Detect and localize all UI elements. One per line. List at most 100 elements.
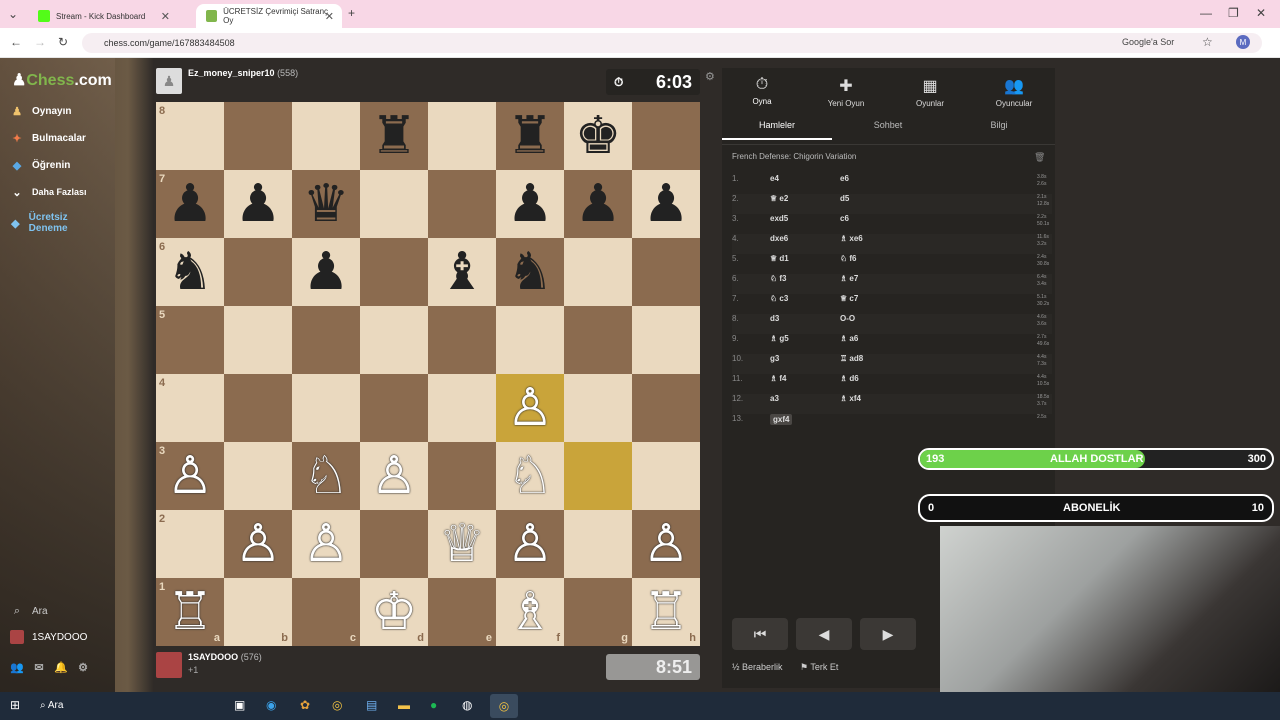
board-square-e6[interactable]: ♝ xyxy=(428,238,496,306)
tab-play[interactable]: ⏱ Oyna xyxy=(722,76,802,106)
black-move[interactable]: ♘ f6 xyxy=(840,254,857,263)
board-square-h5[interactable] xyxy=(632,306,700,374)
board-square-g2[interactable] xyxy=(564,510,632,578)
black-piece[interactable]: ♞ xyxy=(167,246,214,298)
forward-icon[interactable]: → xyxy=(34,35,46,49)
board-square-h2[interactable]: ♙ xyxy=(632,510,700,578)
board-square-c4[interactable] xyxy=(292,374,360,442)
sidebar-item-free-trial[interactable]: ◆ Ücretsiz Deneme xyxy=(10,212,90,234)
sidebar-item-play[interactable]: ♟ Oynayın xyxy=(10,104,71,118)
board-square-a7[interactable]: 7 ♟ xyxy=(156,170,224,238)
white-piece[interactable]: ♙ xyxy=(371,450,418,502)
white-move[interactable]: ♘ f3 xyxy=(770,274,787,283)
trash-icon[interactable]: 🗑 xyxy=(1034,152,1045,163)
bookmark-star-icon[interactable]: ☆ xyxy=(1202,35,1213,49)
tab-new-game[interactable]: ✚ Yeni Oyun xyxy=(806,76,886,108)
board-square-b5[interactable] xyxy=(224,306,292,374)
profile-avatar[interactable]: M xyxy=(1236,35,1250,49)
black-piece[interactable]: ♚ xyxy=(575,110,622,162)
black-piece[interactable]: ♝ xyxy=(439,246,486,298)
white-move[interactable]: d3 xyxy=(770,314,779,323)
sidebar-item-learn[interactable]: ◆ Öğrenin xyxy=(10,158,71,172)
board-square-b1[interactable]: b xyxy=(224,578,292,646)
white-move[interactable]: exd5 xyxy=(770,214,788,223)
black-piece[interactable]: ♞ xyxy=(507,246,554,298)
white-piece[interactable]: ♙ xyxy=(235,518,282,570)
friends-icon[interactable]: 👥 xyxy=(10,660,24,674)
resign-button[interactable]: ⚑ Terk Et xyxy=(800,662,838,673)
board-square-d8[interactable]: ♜ xyxy=(360,102,428,170)
player-name[interactable]: Ez_money_sniper10 xyxy=(188,68,275,78)
board-square-b8[interactable] xyxy=(224,102,292,170)
board-square-b6[interactable] xyxy=(224,238,292,306)
board-square-c6[interactable]: ♟ xyxy=(292,238,360,306)
black-move[interactable]: ♗ d6 xyxy=(840,374,859,383)
board-square-c5[interactable] xyxy=(292,306,360,374)
white-move[interactable]: dxe6 xyxy=(770,234,788,243)
sidebar-search[interactable]: ⌕ Ara xyxy=(10,604,48,618)
board-square-d6[interactable] xyxy=(360,238,428,306)
reload-icon[interactable]: ↻ xyxy=(58,35,68,49)
black-move[interactable]: ♗ xf4 xyxy=(840,394,861,403)
url-field[interactable]: chess.com/game/167883484508 xyxy=(82,33,1262,53)
windows-start-icon[interactable]: ⊞ xyxy=(10,698,20,712)
board-square-a6[interactable]: 6 ♞ xyxy=(156,238,224,306)
white-piece[interactable]: ♔ xyxy=(371,586,418,638)
restore-icon[interactable]: ❐ xyxy=(1228,6,1239,20)
board-square-e5[interactable] xyxy=(428,306,496,374)
white-piece[interactable]: ♘ xyxy=(303,450,350,502)
white-piece[interactable]: ♙ xyxy=(303,518,350,570)
close-tab-icon[interactable]: ✕ xyxy=(325,10,334,23)
board-square-d7[interactable] xyxy=(360,170,428,238)
board-square-e8[interactable] xyxy=(428,102,496,170)
black-move[interactable]: ♗ xe6 xyxy=(840,234,863,243)
board-square-g6[interactable] xyxy=(564,238,632,306)
sidebar-user[interactable]: 1SAYDOOO xyxy=(10,630,87,644)
gear-icon[interactable]: ⚙ xyxy=(705,70,715,83)
gear-icon[interactable]: ⚙ xyxy=(76,660,90,674)
white-move[interactable]: ♕ e2 xyxy=(770,194,788,203)
board-square-a4[interactable]: 4 xyxy=(156,374,224,442)
tab-kick-dashboard[interactable]: Stream - Kick Dashboard ✕ xyxy=(28,4,178,28)
board-square-a2[interactable]: 2 xyxy=(156,510,224,578)
chess-board[interactable]: 8 ♜ ♜ ♚ 7 ♟ ♟ ♛ ♟ ♟ ♟ 6 ♞ ♟ ♝ ♞ 5 4 ♙ 3 ♙ ♘ ♙ ♘ 2 ♙ ♙ ♕ ♙ ♙ 1 a ♖ b c d ♔ e f ♗… xyxy=(156,102,700,646)
copilot-icon[interactable]: ✿ xyxy=(300,698,310,712)
board-square-e7[interactable] xyxy=(428,170,496,238)
board-square-d4[interactable] xyxy=(360,374,428,442)
board-square-a5[interactable]: 5 xyxy=(156,306,224,374)
board-square-g5[interactable] xyxy=(564,306,632,374)
board-square-b3[interactable] xyxy=(224,442,292,510)
white-piece[interactable]: ♘ xyxy=(507,450,554,502)
board-square-d5[interactable] xyxy=(360,306,428,374)
board-square-g8[interactable]: ♚ xyxy=(564,102,632,170)
board-square-e1[interactable]: e xyxy=(428,578,496,646)
board-square-c1[interactable]: c xyxy=(292,578,360,646)
board-square-f2[interactable]: ♙ xyxy=(496,510,564,578)
subtab-moves[interactable]: Hamleler xyxy=(722,120,832,140)
white-piece[interactable]: ♖ xyxy=(167,586,214,638)
board-square-f3[interactable]: ♘ xyxy=(496,442,564,510)
board-square-g3[interactable] xyxy=(564,442,632,510)
black-piece[interactable]: ♜ xyxy=(507,110,554,162)
bell-icon[interactable]: 🔔 xyxy=(54,660,68,674)
board-square-g4[interactable] xyxy=(564,374,632,442)
black-piece[interactable]: ♟ xyxy=(235,178,282,230)
board-square-h8[interactable] xyxy=(632,102,700,170)
black-move[interactable]: O-O xyxy=(840,314,855,323)
white-move[interactable]: g3 xyxy=(770,354,779,363)
board-square-a8[interactable]: 8 xyxy=(156,102,224,170)
black-move[interactable]: e6 xyxy=(840,174,849,183)
draw-button[interactable]: ½ Beraberlik xyxy=(732,662,783,672)
white-move[interactable]: e4 xyxy=(770,174,779,183)
board-square-f8[interactable]: ♜ xyxy=(496,102,564,170)
board-square-a3[interactable]: 3 ♙ xyxy=(156,442,224,510)
board-square-g1[interactable]: g xyxy=(564,578,632,646)
black-piece[interactable]: ♛ xyxy=(303,178,350,230)
sidebar-item-more[interactable]: ⌄ Daha Fazlası xyxy=(10,185,86,199)
store-icon[interactable]: ▤ xyxy=(366,698,377,712)
black-piece[interactable]: ♟ xyxy=(303,246,350,298)
board-square-e2[interactable]: ♕ xyxy=(428,510,496,578)
black-piece[interactable]: ♟ xyxy=(643,178,690,230)
close-tab-icon[interactable]: ✕ xyxy=(161,10,170,23)
subtab-info[interactable]: Bilgi xyxy=(944,120,1054,130)
